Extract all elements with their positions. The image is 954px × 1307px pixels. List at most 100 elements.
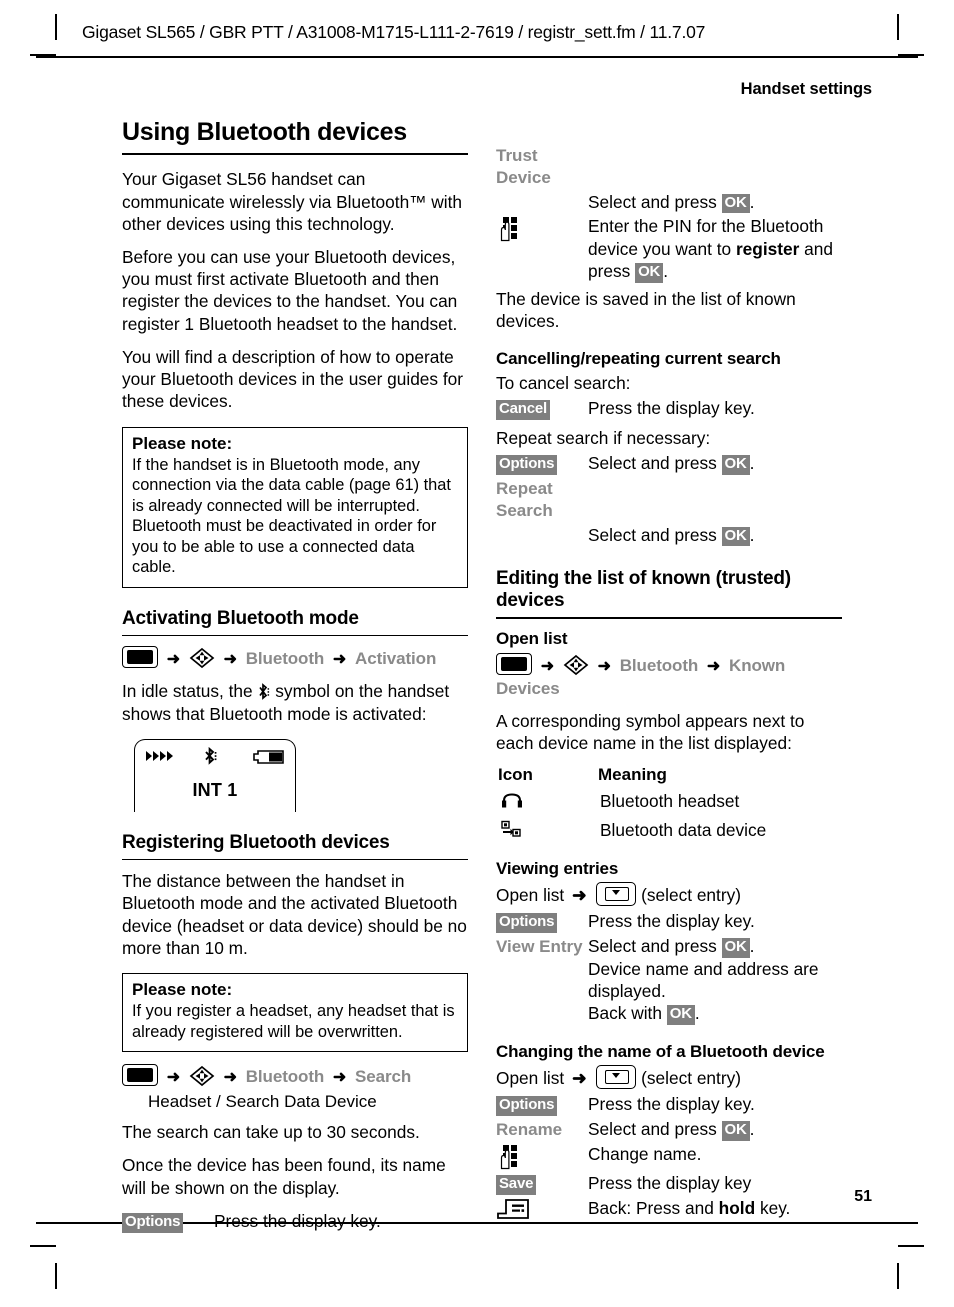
menu-item-bluetooth[interactable]: Bluetooth bbox=[246, 649, 325, 668]
procedure-description: Back: Press and hold key. bbox=[588, 1197, 842, 1219]
heading-viewing-entries: Viewing entries bbox=[496, 859, 619, 879]
keypad-icon bbox=[496, 1144, 524, 1170]
handset-name-label: INT 1 bbox=[192, 779, 238, 800]
procedure-row-view-entry: View Entry Select and press OK. Device n… bbox=[496, 935, 842, 1026]
desc-line-3-pre: Back with bbox=[588, 1003, 662, 1024]
table-header-row: Icon Meaning bbox=[498, 765, 842, 785]
period: . bbox=[663, 260, 668, 281]
open-list-label[interactable]: Open list bbox=[496, 885, 564, 905]
menu-item-trust-device[interactable]: Trust Device bbox=[496, 144, 588, 189]
procedure-description: Select and press OK. bbox=[588, 1118, 842, 1141]
cell-icon bbox=[496, 791, 600, 811]
procedure-row-repeat-search-ok: Select and press OK. bbox=[496, 524, 842, 547]
arrow-icon: ➜ bbox=[572, 885, 587, 906]
cell-icon bbox=[496, 820, 600, 840]
softkey-options-badge[interactable]: Options bbox=[496, 1093, 588, 1117]
menu-item-bluetooth[interactable]: Bluetooth bbox=[246, 1067, 325, 1086]
procedure-row-repeat-search: Repeat Search bbox=[496, 477, 842, 522]
heading-rule bbox=[122, 635, 468, 637]
procedure-row-options-rename: Options Press the display key. bbox=[496, 1093, 842, 1117]
arrow-icon: ➜ bbox=[223, 1069, 238, 1087]
ok-badge[interactable]: OK bbox=[721, 1121, 750, 1141]
softkey-options-badge[interactable]: Options bbox=[122, 1210, 214, 1233]
menu-key-icon[interactable] bbox=[122, 646, 158, 669]
table-row: Bluetooth headset bbox=[496, 789, 842, 813]
ok-badge[interactable]: OK bbox=[635, 262, 664, 283]
procedure-row-trust-device: Trust Device bbox=[496, 144, 842, 189]
procedure-description: Select and press OK. Device name and add… bbox=[588, 935, 842, 1026]
open-list-line-renaming: Open list ➜ (select entry) bbox=[496, 1065, 842, 1090]
ok-badge[interactable]: OK bbox=[721, 938, 750, 958]
procedure-description: Press the display key. bbox=[588, 398, 755, 419]
crop-mark-top-left bbox=[55, 14, 57, 40]
running-head: Gigaset SL565 / GBR PTT / A31008-M1715-L… bbox=[82, 22, 706, 42]
open-list-label[interactable]: Open list bbox=[496, 1068, 564, 1088]
note-title: Please note: bbox=[132, 433, 233, 453]
menu-path-search: ➜ ➜ Bluetooth ➜ Search bbox=[122, 1064, 468, 1089]
menu-item-activation[interactable]: Activation bbox=[355, 649, 436, 668]
menu-item-repeat-search[interactable]: Repeat Search bbox=[496, 477, 588, 522]
menu-path-known-devices: ➜ ➜ Bluetooth ➜ Known Devices bbox=[496, 652, 842, 701]
heading-open-list: Open list bbox=[496, 628, 568, 648]
softkey-options-badge[interactable]: Options bbox=[496, 910, 588, 934]
procedure-row-save: Save Press the display key bbox=[496, 1172, 842, 1195]
badge-label: Cancel bbox=[496, 400, 550, 420]
signal-strength-icon bbox=[145, 749, 175, 763]
arrow-icon: ➜ bbox=[540, 657, 555, 675]
menu-item-view-entry[interactable]: View Entry bbox=[496, 935, 588, 958]
procedure-row-back: Back: Press and hold key. bbox=[496, 1197, 842, 1221]
data-device-icon bbox=[500, 820, 524, 838]
ok-badge[interactable]: OK bbox=[666, 1005, 695, 1026]
navigation-key-icon[interactable] bbox=[189, 1065, 215, 1087]
procedure-row-enter-pin: Enter the PIN for the Bluetooth device y… bbox=[496, 215, 842, 283]
softkey-options-badge[interactable]: Options bbox=[496, 452, 588, 475]
desc-text: Select and press bbox=[588, 936, 717, 957]
page-number: 51 bbox=[854, 1188, 872, 1205]
repeat-search-intro: Repeat search if necessary: bbox=[496, 427, 711, 448]
menu-item-rename[interactable]: Rename bbox=[496, 1118, 588, 1141]
end-call-key[interactable] bbox=[496, 1197, 588, 1221]
handset-display-figure: INT 1 bbox=[134, 738, 296, 812]
procedure-key-empty bbox=[496, 191, 588, 192]
procedure-row-rename: Rename Select and press OK. bbox=[496, 1118, 842, 1141]
period: . bbox=[694, 1003, 700, 1024]
header-rule bbox=[36, 56, 918, 58]
desc-text: Select and press bbox=[588, 1119, 717, 1140]
ok-badge[interactable]: OK bbox=[721, 193, 750, 214]
procedure-row-cancel: Cancel Press the display key. bbox=[496, 397, 842, 420]
navigation-key-icon[interactable] bbox=[563, 654, 589, 676]
document-page: Gigaset SL565 / GBR PTT / A31008-M1715-L… bbox=[0, 0, 954, 1307]
procedure-description: Select and press OK. bbox=[588, 452, 842, 475]
menu-item-search-headset-data-device[interactable]: Headset / Search Data Device bbox=[148, 1092, 377, 1111]
open-list-line-viewing: Open list ➜ (select entry) bbox=[496, 882, 842, 907]
ok-badge[interactable]: OK bbox=[721, 455, 750, 475]
note-box-data-cable: Please note: If the handset is in Blueto… bbox=[122, 426, 468, 589]
procedure-row-options: Options Press the display key. bbox=[122, 1210, 468, 1233]
procedure-description: Enter the PIN for the Bluetooth device y… bbox=[588, 215, 842, 283]
keypad-key[interactable] bbox=[496, 1143, 588, 1170]
arrow-icon: ➜ bbox=[332, 1069, 347, 1087]
menu-key-icon[interactable] bbox=[122, 1064, 158, 1087]
heading-rule bbox=[122, 858, 468, 861]
desc-line-2: Device name and address are displayed. bbox=[588, 958, 819, 1002]
menu-key-icon[interactable] bbox=[496, 652, 532, 675]
procedure-description bbox=[588, 144, 842, 166]
control-key-down-icon[interactable] bbox=[596, 1065, 637, 1090]
intro-paragraph-1: Your Gigaset SL56 handset can communicat… bbox=[122, 169, 462, 234]
right-column: Trust Device Select and press OK. Enter … bbox=[496, 118, 842, 1222]
navigation-key-icon[interactable] bbox=[189, 647, 215, 669]
left-column: Using Bluetooth devices Your Gigaset SL5… bbox=[122, 118, 468, 1235]
heading-rule bbox=[496, 617, 842, 619]
note-body: If the handset is in Bluetooth mode, any… bbox=[132, 455, 451, 577]
ok-badge[interactable]: OK bbox=[721, 526, 750, 547]
control-key-down-icon[interactable] bbox=[596, 882, 637, 907]
procedure-row-options-repeat: Options Select and press OK. bbox=[496, 452, 842, 475]
menu-item-bluetooth[interactable]: Bluetooth bbox=[620, 656, 699, 675]
softkey-cancel-badge[interactable]: Cancel bbox=[496, 397, 588, 420]
arrow-icon: ➜ bbox=[572, 1068, 587, 1089]
menu-item-search[interactable]: Search bbox=[355, 1067, 411, 1086]
period: . bbox=[749, 1119, 755, 1140]
softkey-save-badge[interactable]: Save bbox=[496, 1172, 588, 1195]
procedure-description: Change name. bbox=[588, 1143, 702, 1164]
keypad-key[interactable] bbox=[496, 215, 588, 242]
